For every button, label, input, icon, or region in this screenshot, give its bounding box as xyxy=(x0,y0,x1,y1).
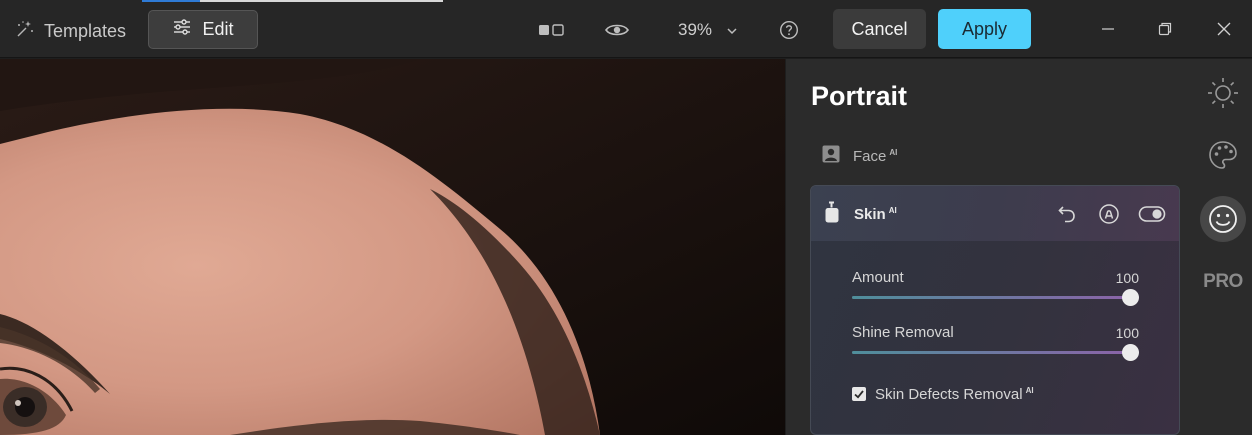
sliders-icon xyxy=(172,18,192,41)
brush-icon[interactable] xyxy=(1096,202,1122,226)
ai-badge: AI xyxy=(889,147,898,157)
edit-label: Edit xyxy=(202,19,234,39)
shine-removal-slider-handle[interactable] xyxy=(1122,344,1139,361)
toggle-icon[interactable] xyxy=(1137,202,1167,226)
smile-icon[interactable] xyxy=(1200,196,1246,242)
amount-slider-handle[interactable] xyxy=(1122,289,1139,306)
ai-badge: AI xyxy=(888,205,897,215)
skin-title: Skin AI xyxy=(824,201,897,227)
tool-rail: PRO xyxy=(1196,59,1252,435)
apply-button[interactable]: Apply xyxy=(938,9,1031,49)
pro-label: PRO xyxy=(1203,271,1243,292)
pro-icon[interactable]: PRO xyxy=(1200,259,1246,305)
skin-section: Skin AI Amount 100 Shine Removal 100 Ski… xyxy=(810,185,1180,435)
panel-title: Portrait xyxy=(811,81,908,111)
shine-removal-label: Shine Removal xyxy=(852,324,954,341)
eye-icon[interactable] xyxy=(604,17,630,43)
photo-image xyxy=(0,59,785,435)
tab-indicator-active xyxy=(142,0,200,2)
face-label-text: Face xyxy=(853,147,887,165)
skin-defects-removal-label: Skin Defects Removal AI xyxy=(875,386,1034,403)
photo-canvas[interactable] xyxy=(0,59,785,435)
chevron-down-icon xyxy=(726,20,738,40)
cancel-button[interactable]: Cancel xyxy=(833,9,926,49)
amount-label: Amount xyxy=(852,269,904,286)
portrait-icon xyxy=(822,145,840,167)
lotion-bottle-icon xyxy=(824,201,840,227)
skin-header[interactable]: Skin AI xyxy=(811,186,1179,241)
tab-indicator-track xyxy=(200,0,443,2)
face-section[interactable]: Face AI xyxy=(822,145,897,167)
amount-slider-fill xyxy=(852,296,1130,299)
skin-label: Skin AI xyxy=(854,206,897,223)
help-icon[interactable] xyxy=(778,17,800,43)
split-view-icon[interactable] xyxy=(536,17,566,43)
top-toolbar: Templates Edit 39% Cancel Apply xyxy=(0,0,1252,58)
amount-slider[interactable] xyxy=(852,289,1139,306)
sparkle-icon xyxy=(14,18,36,45)
palette-icon[interactable] xyxy=(1200,132,1246,178)
edit-button[interactable]: Edit xyxy=(148,10,258,49)
close-icon[interactable] xyxy=(1212,17,1236,41)
shine-removal-slider[interactable] xyxy=(852,344,1139,361)
templates-button[interactable]: Templates xyxy=(14,18,126,44)
skin-defects-removal-checkbox-row[interactable]: Skin Defects Removal AI xyxy=(852,384,1034,404)
minimize-icon[interactable] xyxy=(1096,17,1120,41)
skin-label-text: Skin xyxy=(854,205,886,223)
zoom-dropdown[interactable]: 39% xyxy=(678,19,738,41)
sun-icon[interactable] xyxy=(1200,70,1246,116)
templates-label: Templates xyxy=(44,20,127,41)
restore-icon[interactable] xyxy=(1153,17,1177,41)
adjustments-panel: Portrait Face AI Skin AI Amount 100 Shin… xyxy=(786,59,1196,435)
shine-removal-slider-fill xyxy=(852,351,1130,354)
face-label: Face AI xyxy=(853,148,897,165)
shine-removal-value: 100 xyxy=(1115,325,1139,341)
skin-defects-removal-label-text: Skin Defects Removal xyxy=(875,385,1023,403)
undo-icon[interactable] xyxy=(1054,202,1080,226)
zoom-value: 39% xyxy=(678,20,713,39)
ai-badge: AI xyxy=(1025,385,1034,395)
skin-defects-removal-checkbox[interactable] xyxy=(852,387,866,401)
amount-value: 100 xyxy=(1115,270,1139,286)
